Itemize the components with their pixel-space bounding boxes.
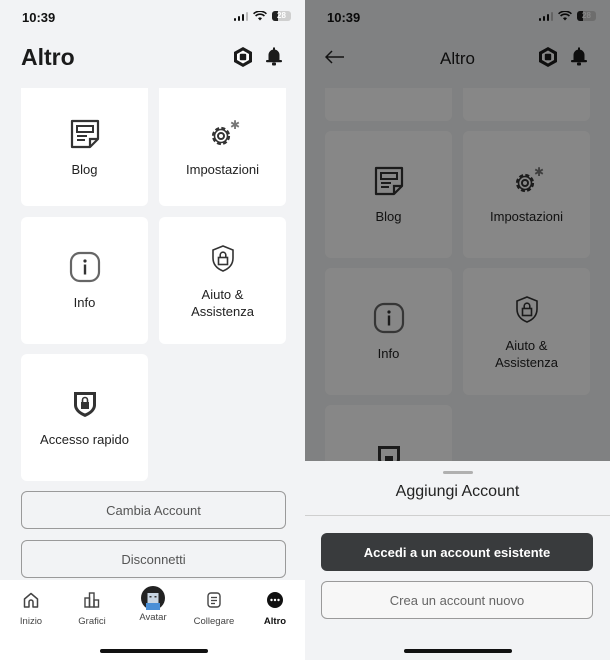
shield-lock-filled-icon [68, 387, 102, 421]
cellular-signal-icon [233, 11, 248, 21]
sheet-grabber[interactable] [443, 471, 473, 474]
tile-help-support[interactable]: Aiuto & Assistenza [159, 217, 286, 344]
add-account-screen: 10:39 28 Altro Blog ✱ Impostazioni Info [305, 0, 610, 660]
divider [305, 515, 610, 516]
info-icon [68, 250, 102, 284]
tab-bar: Inizio Grafici Avatar Collegare Altro [0, 580, 305, 660]
home-indicator [404, 649, 512, 653]
tab-avatar[interactable]: Avatar [123, 586, 183, 623]
tile-label: Accesso rapido [40, 432, 129, 447]
switch-account-button[interactable]: Cambia Account [21, 491, 286, 529]
tile-label: Info [73, 295, 96, 310]
battery-icon: 28 [272, 11, 291, 21]
settings-gear-icon: ✱ [206, 117, 240, 151]
svg-text:✱: ✱ [230, 118, 240, 132]
tile-blog[interactable]: Blog [21, 88, 148, 206]
status-time: 10:39 [22, 10, 56, 25]
page-title: Altro [21, 44, 75, 70]
tile-info[interactable]: Info [21, 217, 148, 344]
blog-icon [68, 117, 102, 151]
home-indicator [100, 649, 208, 653]
tile-label: Impostazioni [186, 161, 259, 177]
tile-settings[interactable]: ✱ Impostazioni [159, 88, 286, 206]
add-account-sheet: Aggiungi Account Accedi a un account esi… [305, 461, 610, 660]
tile-label: Aiuto & Assistenza [191, 286, 254, 319]
tab-connect[interactable]: Collegare [184, 588, 244, 627]
login-existing-account-button[interactable]: Accedi a un account esistente [321, 533, 593, 571]
home-icon [23, 592, 39, 608]
charts-icon [84, 592, 100, 608]
more-icon [267, 592, 283, 608]
status-bar: 10:39 28 [0, 0, 305, 34]
connect-icon [207, 592, 221, 608]
avatar-icon [141, 586, 165, 610]
robux-icon[interactable] [232, 46, 254, 68]
wifi-icon [253, 11, 267, 21]
tab-more[interactable]: Altro [245, 588, 305, 627]
tab-home[interactable]: Inizio [1, 588, 61, 627]
logout-button[interactable]: Disconnetti [21, 540, 286, 578]
tab-charts[interactable]: Grafici [62, 588, 122, 627]
tile-label: Blog [71, 161, 98, 177]
page-header: Altro [0, 38, 305, 78]
shield-lock-outline-icon [206, 242, 240, 276]
create-new-account-button[interactable]: Crea un account nuovo [321, 581, 593, 619]
tile-quick-access[interactable]: Accesso rapido [21, 354, 148, 481]
more-screen: 10:39 28 Altro Blog ✱ Impostazioni Info [0, 0, 305, 660]
sheet-title: Aggiungi Account [395, 483, 520, 500]
bell-icon[interactable] [265, 47, 283, 67]
